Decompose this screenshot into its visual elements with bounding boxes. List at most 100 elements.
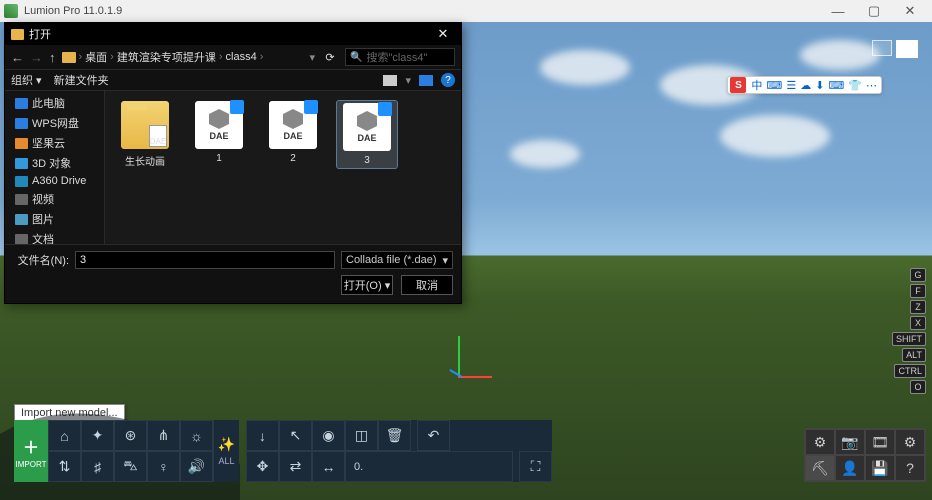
- ime-item[interactable]: 中: [751, 77, 762, 93]
- organize-menu[interactable]: 组织 ▾: [11, 72, 42, 88]
- tree-node-label: WPS网盘: [32, 115, 79, 131]
- chevron-down-icon[interactable]: ▾: [309, 51, 315, 64]
- category-button[interactable]: 🔊: [180, 451, 213, 482]
- file-item[interactable]: DAE2: [263, 101, 323, 164]
- category-button[interactable]: ✦: [81, 420, 114, 451]
- ime-item[interactable]: ⋯: [866, 79, 877, 92]
- file-list[interactable]: DAE生长动画DAE1DAE2 DAE 3: [105, 91, 461, 244]
- mode-button[interactable]: 🎞: [865, 429, 895, 455]
- ime-item[interactable]: ⌨: [828, 79, 844, 92]
- view-mode-button[interactable]: [383, 75, 397, 86]
- category-button[interactable]: ☼: [180, 420, 213, 451]
- filename-input[interactable]: [75, 251, 335, 269]
- new-folder-button[interactable]: 新建文件夹: [54, 72, 109, 88]
- nav-back-button[interactable]: ←: [11, 50, 24, 65]
- breadcrumb[interactable]: › 桌面 › 建筑渲染专项提升课 › class4 › ▾: [62, 49, 316, 65]
- mode-button[interactable]: 📷: [835, 429, 865, 455]
- tree-node-icon: [15, 98, 28, 109]
- search-input[interactable]: 🔍 搜索"class4": [345, 48, 455, 66]
- dae-file-icon: DAE: [343, 103, 391, 151]
- search-icon: 🔍: [350, 52, 362, 63]
- key-hint: ALT: [902, 348, 926, 362]
- mode-button[interactable]: ?: [895, 455, 925, 481]
- ime-item[interactable]: ⌨: [766, 79, 782, 92]
- key-hint: Z: [910, 300, 926, 314]
- file-item[interactable]: DAE1: [189, 101, 249, 164]
- refresh-button[interactable]: ⟳: [321, 51, 339, 64]
- category-button[interactable]: ♀: [147, 451, 180, 482]
- category-button[interactable]: ⌂: [48, 420, 81, 451]
- tree-node-icon: [15, 194, 28, 205]
- key-hint: F: [910, 284, 926, 298]
- mode-button[interactable]: 💾: [865, 455, 895, 481]
- crumb-item[interactable]: class4: [226, 51, 257, 63]
- preview-pane-button[interactable]: [419, 75, 433, 86]
- dialog-titlebar[interactable]: 打开 ✕: [5, 23, 461, 45]
- category-button[interactable]: ⇅: [48, 451, 81, 482]
- help-button[interactable]: ?: [441, 73, 455, 87]
- undo-button[interactable]: ↶: [417, 420, 450, 451]
- category-button[interactable]: ⊛: [114, 420, 147, 451]
- tree-node[interactable]: 文档: [5, 229, 104, 244]
- crumb-item[interactable]: 建筑渲染专项提升课: [117, 49, 216, 65]
- mode-button[interactable]: ⚙: [895, 429, 925, 455]
- nav-forward-button[interactable]: →: [30, 50, 43, 65]
- ime-toolbar[interactable]: S 中 ⌨ ☰ ☁ ⬇ ⌨ 👕 ⋯: [727, 76, 882, 94]
- cancel-button[interactable]: 取消: [401, 275, 453, 295]
- swap-tool-button[interactable]: ⇄: [279, 451, 312, 482]
- ime-item[interactable]: ⬇: [815, 79, 824, 92]
- ime-item[interactable]: ☰: [786, 79, 796, 92]
- folder-tree[interactable]: 此电脑WPS网盘坚果云3D 对象A360 Drive视频图片文档下载音乐桌面OS…: [5, 91, 105, 244]
- object-dock: ＋ IMPORT ⌂✦⊛⋔☼ ⇅♯⛍♀🔊 ✨ ALL: [14, 420, 239, 482]
- dae-file-icon: DAE: [195, 101, 243, 149]
- all-categories-button[interactable]: ✨ ALL: [213, 420, 239, 482]
- category-button[interactable]: ⛍: [114, 451, 147, 482]
- window-maximize-button[interactable]: ▢: [856, 1, 892, 21]
- tool-button[interactable]: ↖: [279, 420, 312, 451]
- tool-button[interactable]: 🗑: [378, 420, 411, 451]
- move-tool-button[interactable]: ✥: [246, 451, 279, 482]
- scale-tool-button[interactable]: ↔: [312, 451, 345, 482]
- tree-node[interactable]: 坚果云: [5, 133, 104, 153]
- camera-icon: [872, 40, 892, 56]
- category-button[interactable]: ⋔: [147, 420, 180, 451]
- import-button[interactable]: ＋ IMPORT: [14, 420, 48, 482]
- camera-preview[interactable]: [872, 40, 918, 58]
- key-hint: SHIFT: [892, 332, 926, 346]
- tool-button[interactable]: ◉: [312, 420, 345, 451]
- ime-item[interactable]: 👕: [848, 79, 862, 92]
- expand-button[interactable]: ⛶: [519, 451, 552, 482]
- window-minimize-button[interactable]: —: [820, 1, 856, 21]
- tree-node[interactable]: 此电脑: [5, 93, 104, 113]
- tree-node[interactable]: 视频: [5, 189, 104, 209]
- file-item[interactable]: DAE 3: [337, 101, 397, 168]
- tree-node-label: 文档: [32, 231, 54, 244]
- mode-button[interactable]: ⛏: [805, 455, 835, 481]
- tree-node[interactable]: 3D 对象: [5, 153, 104, 173]
- filetype-filter[interactable]: Collada file (*.dae)▾: [341, 251, 453, 269]
- mode-button[interactable]: 👤: [835, 455, 865, 481]
- value-display[interactable]: 0.: [345, 451, 513, 482]
- mode-button[interactable]: ⚙: [805, 429, 835, 455]
- wand-icon: ✨: [218, 436, 235, 453]
- tree-node-icon: [15, 214, 28, 225]
- tree-node[interactable]: A360 Drive: [5, 173, 104, 189]
- tree-node-label: 此电脑: [32, 95, 65, 111]
- open-button[interactable]: 打开(O) ▾: [341, 275, 393, 295]
- import-label: IMPORT: [16, 460, 47, 469]
- tool-button[interactable]: ↓: [246, 420, 279, 451]
- tree-node[interactable]: 图片: [5, 209, 104, 229]
- tree-node[interactable]: WPS网盘: [5, 113, 104, 133]
- file-name: 3: [364, 155, 370, 166]
- nav-up-button[interactable]: ↑: [49, 50, 56, 65]
- tool-button[interactable]: ◫: [345, 420, 378, 451]
- ime-item[interactable]: ☁: [800, 79, 811, 92]
- filename-label: 文件名(N):: [13, 252, 69, 268]
- tree-node-icon: [15, 234, 28, 245]
- category-grid: ⌂✦⊛⋔☼ ⇅♯⛍♀🔊: [48, 420, 213, 482]
- dialog-close-button[interactable]: ✕: [431, 26, 455, 42]
- crumb-item[interactable]: 桌面: [85, 49, 107, 65]
- file-item[interactable]: DAE生长动画: [115, 101, 175, 168]
- category-button[interactable]: ♯: [81, 451, 114, 482]
- window-close-button[interactable]: ✕: [892, 1, 928, 21]
